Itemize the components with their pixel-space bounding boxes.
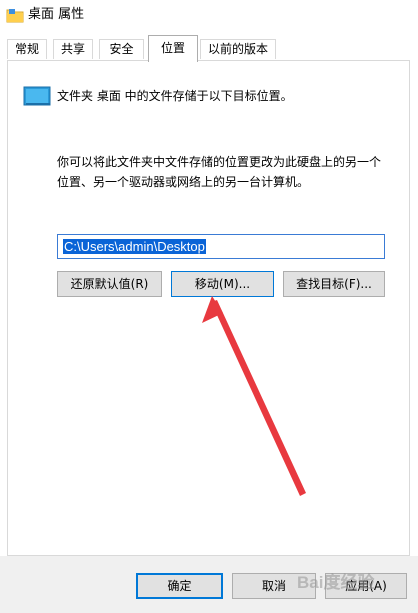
find-target-button[interactable]: 查找目标(F)... bbox=[283, 271, 385, 297]
cancel-button[interactable]: 取消 bbox=[232, 573, 316, 599]
title-bar: 桌面 属性 bbox=[0, 0, 418, 30]
path-selection: C:\Users\admin\Desktop bbox=[63, 239, 206, 254]
location-info: 你可以将此文件夹中文件存储的位置更改为此硬盘上的另一个 位置、另一个驱动器或网络… bbox=[57, 152, 399, 192]
location-info-line2: 位置、另一个驱动器或网络上的另一台计算机。 bbox=[57, 175, 310, 189]
tab-strip: 常规 共享 安全 位置 以前的版本 bbox=[0, 30, 418, 62]
tab-previous-versions[interactable]: 以前的版本 bbox=[200, 39, 276, 59]
folder-icon bbox=[6, 9, 24, 23]
location-description: 文件夹 桌面 中的文件存储于以下目标位置。 bbox=[57, 89, 293, 103]
path-input[interactable]: C:\Users\admin\Desktop bbox=[57, 234, 385, 259]
move-button[interactable]: 移动(M)... bbox=[171, 271, 274, 297]
tab-sharing[interactable]: 共享 bbox=[53, 39, 93, 59]
ok-button[interactable]: 确定 bbox=[136, 573, 223, 599]
location-tab-panel: 文件夹 桌面 中的文件存储于以下目标位置。 你可以将此文件夹中文件存储的位置更改… bbox=[7, 60, 410, 556]
window-title: 桌面 属性 bbox=[28, 7, 85, 22]
tab-location[interactable]: 位置 bbox=[148, 35, 198, 62]
desktop-folder-icon bbox=[23, 86, 51, 106]
apply-button[interactable]: 应用(A) bbox=[325, 573, 407, 599]
tab-general[interactable]: 常规 bbox=[7, 39, 47, 59]
tab-security[interactable]: 安全 bbox=[99, 39, 144, 59]
restore-default-button[interactable]: 还原默认值(R) bbox=[57, 271, 162, 297]
location-info-line1: 你可以将此文件夹中文件存储的位置更改为此硬盘上的另一个 bbox=[57, 155, 382, 169]
